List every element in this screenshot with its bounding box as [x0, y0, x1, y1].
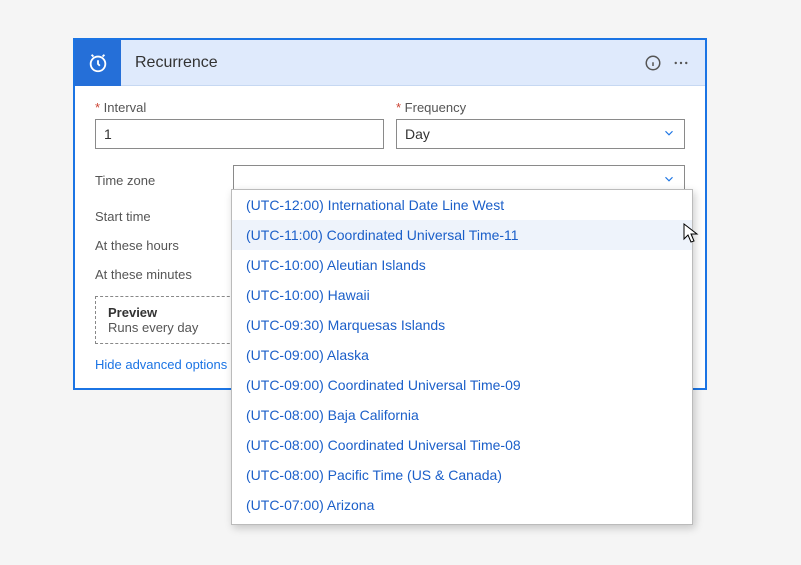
hours-label: At these hours	[95, 238, 233, 253]
timezone-option[interactable]: (UTC-07:00) Arizona	[232, 490, 692, 520]
preview-text: Runs every day	[108, 320, 232, 335]
clock-icon	[75, 40, 121, 86]
preview-box: Preview Runs every day	[95, 296, 245, 344]
card-header: Recurrence	[75, 40, 705, 86]
frequency-select[interactable]: Day	[396, 119, 685, 149]
timezone-label: Time zone	[95, 173, 233, 188]
timezone-option[interactable]: (UTC-09:00) Coordinated Universal Time-0…	[232, 370, 692, 400]
timezone-option[interactable]: (UTC-09:00) Alaska	[232, 340, 692, 370]
timezone-option[interactable]: (UTC-12:00) International Date Line West	[232, 190, 692, 220]
interval-label: Interval	[95, 100, 384, 115]
frequency-label: Frequency	[396, 100, 685, 115]
chevron-down-icon	[662, 126, 676, 143]
timezone-option[interactable]: (UTC-11:00) Coordinated Universal Time-1…	[232, 220, 692, 250]
card-title: Recurrence	[121, 54, 639, 72]
more-icon[interactable]	[667, 49, 695, 77]
frequency-value: Day	[405, 126, 430, 142]
info-icon[interactable]	[639, 49, 667, 77]
interval-input[interactable]: 1	[95, 119, 384, 149]
timezone-option[interactable]: (UTC-10:00) Aleutian Islands	[232, 250, 692, 280]
timezone-dropdown[interactable]: (UTC-12:00) International Date Line West…	[231, 189, 693, 525]
preview-title: Preview	[108, 305, 232, 320]
hide-advanced-link[interactable]: Hide advanced options	[95, 357, 245, 372]
hide-advanced-label: Hide advanced options	[95, 357, 227, 372]
timezone-option[interactable]: (UTC-08:00) Coordinated Universal Time-0…	[232, 430, 692, 460]
starttime-label: Start time	[95, 209, 233, 224]
timezone-option[interactable]: (UTC-09:30) Marquesas Islands	[232, 310, 692, 340]
minutes-label: At these minutes	[95, 267, 233, 282]
interval-value: 1	[104, 126, 112, 142]
chevron-down-icon	[662, 172, 676, 189]
timezone-option[interactable]: (UTC-10:00) Hawaii	[232, 280, 692, 310]
timezone-option[interactable]	[232, 520, 692, 525]
timezone-option[interactable]: (UTC-08:00) Pacific Time (US & Canada)	[232, 460, 692, 490]
timezone-option[interactable]: (UTC-08:00) Baja California	[232, 400, 692, 430]
